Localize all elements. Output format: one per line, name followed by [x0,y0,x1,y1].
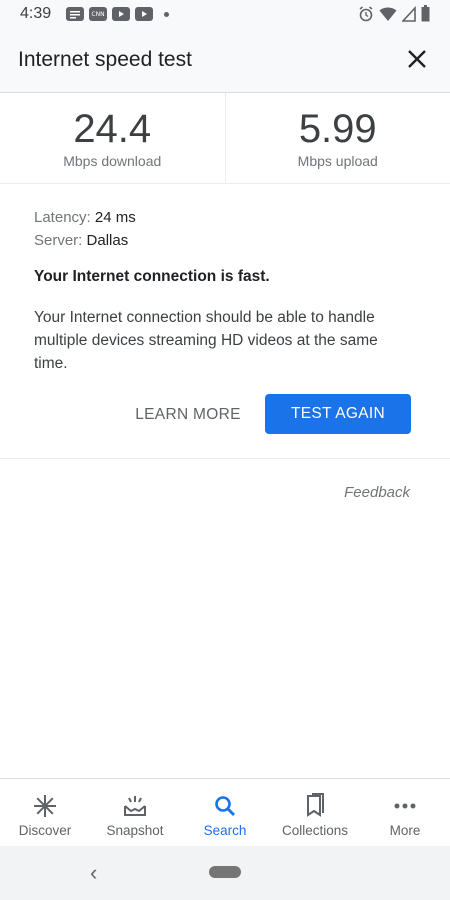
latency-value: 24 ms [94,209,136,226]
asterisk-icon [0,791,90,821]
speed-results: 24.4 Mbps download 5.99 Mbps upload [0,93,450,184]
server-label: Server: [34,232,83,249]
nav-item-snapshot[interactable]: Snapshot [90,779,180,847]
notification-icons: CNN [66,7,169,21]
download-section: 24.4 Mbps download [0,93,226,183]
cnn-icon: CNN [89,7,107,21]
latency-label: Latency: [34,209,91,226]
download-speed-value: 24.4 [73,107,152,151]
youtube-icon [112,7,130,21]
result-description: Your Internet connection should be able … [34,309,378,372]
upload-speed-value: 5.99 [298,107,377,151]
close-button[interactable] [402,44,432,74]
youtube-icon [135,7,153,21]
server-value: Dallas [86,232,129,249]
back-icon[interactable]: ‹ [90,860,97,886]
upload-speed-label: Mbps upload [297,153,378,169]
divider [0,458,450,459]
signal-icon [402,5,416,22]
nav-label-more: More [389,823,421,838]
test-details: Latency: 24 ms Server: Dallas [34,206,424,252]
page-title: Internet speed test [18,48,192,71]
app-header: Internet speed test [0,30,450,93]
wifi-icon [379,7,397,21]
nav-label-discover: Discover [18,823,72,838]
upload-section: 5.99 Mbps upload [226,93,450,183]
system-status-icons [358,5,430,22]
snapshot-icon [90,791,180,821]
dot-icon [164,11,169,17]
status-bar: 4:39 CNN [0,0,450,30]
server-line: Server: Dallas [34,229,424,252]
nav-item-collections[interactable]: Collections [270,779,360,847]
learn-more-button[interactable]: LEARN MORE [128,396,248,434]
result-verdict: Your Internet connection is fast. [34,268,270,285]
close-icon [408,50,426,68]
latency-line: Latency: 24 ms [34,206,424,229]
test-again-button[interactable]: TEST AGAIN [265,394,411,434]
feedback-link[interactable]: Feedback [344,484,410,501]
nav-item-discover[interactable]: Discover [0,779,90,847]
nav-item-more[interactable]: More [360,779,450,847]
more-icon [360,791,450,821]
download-speed-label: Mbps download [63,153,162,169]
status-time: 4:39 [20,5,52,22]
nav-item-search[interactable]: Search [180,779,270,847]
search-icon [180,791,270,821]
bottom-navigation: Discover Snapshot Search Collections Mor… [0,778,450,847]
battery-icon [421,5,430,22]
home-pill-icon[interactable] [209,866,241,878]
nav-label-collections: Collections [281,823,349,838]
bookmark-icon [270,791,360,821]
nav-label-search: Search [203,823,247,838]
nav-label-snapshot: Snapshot [106,823,164,838]
notes-icon [66,7,84,21]
alarm-icon [359,5,373,21]
